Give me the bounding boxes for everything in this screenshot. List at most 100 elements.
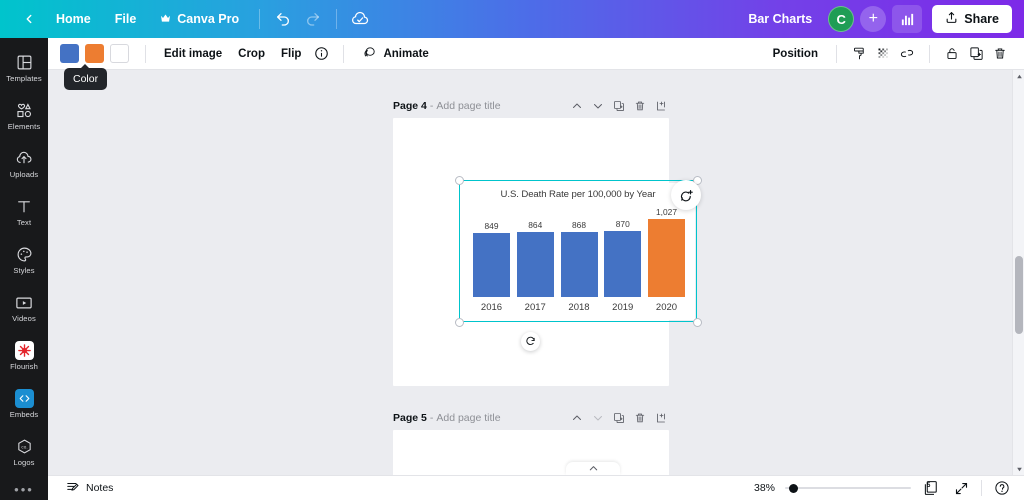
page-sheet-4[interactable]: U.S. Death Rate per 100,000 by Year 849 …: [393, 118, 702, 386]
color-swatch-white[interactable]: [110, 44, 129, 63]
sidebar-item-flourish[interactable]: Flourish: [0, 332, 48, 380]
share-label: Share: [964, 12, 999, 26]
duplicate-page-icon[interactable]: [610, 410, 627, 427]
toolbar-divider-1: [145, 44, 146, 63]
logos-icon: co.: [15, 437, 34, 456]
position-button[interactable]: Position: [765, 43, 826, 65]
back-button[interactable]: [14, 4, 44, 34]
crop-button[interactable]: Crop: [230, 43, 273, 65]
trash-icon[interactable]: [631, 410, 648, 427]
bar-2016[interactable]: [473, 233, 510, 297]
sidebar-item-logos[interactable]: co. Logos: [0, 428, 48, 476]
home-button[interactable]: Home: [44, 6, 103, 32]
page-count-value: 5: [927, 483, 931, 489]
color-swatch-blue[interactable]: [60, 44, 79, 63]
sidebar-more-button[interactable]: •••: [14, 476, 34, 497]
zoom-slider-knob[interactable]: [789, 483, 798, 493]
sidebar-item-label: Templates: [6, 74, 42, 83]
chevron-down-icon[interactable]: [589, 410, 606, 427]
sidebar-item-videos[interactable]: Videos: [0, 284, 48, 332]
bar-2019[interactable]: [604, 231, 642, 297]
chevron-up-icon[interactable]: [568, 98, 585, 115]
bar-column-2016[interactable]: 849: [473, 221, 510, 297]
canva-pro-button[interactable]: Canva Pro: [148, 6, 251, 32]
transparency-icon[interactable]: [871, 42, 895, 66]
page-sheet-5[interactable]: [393, 430, 669, 475]
invite-people-button[interactable]: +: [860, 6, 887, 32]
page-title-placeholder[interactable]: Add page title: [436, 412, 500, 424]
bar-column-2019[interactable]: 870: [604, 219, 642, 297]
add-comment-icon[interactable]: [671, 180, 701, 210]
scroll-up-icon[interactable]: [1013, 70, 1024, 82]
chevron-up-icon[interactable]: [568, 410, 585, 427]
edit-image-button[interactable]: Edit image: [156, 43, 230, 65]
animate-button[interactable]: Animate: [354, 40, 436, 68]
embeds-icon: [14, 389, 34, 408]
duplicate-icon[interactable]: [964, 42, 988, 66]
x-tick-label: 2016: [480, 302, 503, 313]
canvas-scrollbar[interactable]: [1012, 70, 1024, 475]
share-button[interactable]: Share: [932, 5, 1012, 33]
zoom-slider-track: [785, 487, 911, 489]
paint-roller-icon[interactable]: [847, 42, 871, 66]
bar-column-2020[interactable]: 1,027: [648, 207, 685, 297]
undo-icon[interactable]: [268, 4, 298, 34]
trash-icon[interactable]: [988, 42, 1012, 66]
bar-2020[interactable]: [648, 219, 685, 297]
notes-button[interactable]: Notes: [60, 477, 119, 500]
sidebar-item-text[interactable]: Text: [0, 188, 48, 236]
trash-icon[interactable]: [631, 98, 648, 115]
file-menu-button[interactable]: File: [103, 6, 149, 32]
add-page-icon[interactable]: [652, 410, 669, 427]
editor-canvas[interactable]: Page 4 - Add page title U.S. Death Rate …: [48, 70, 1012, 475]
x-tick-label: 2018: [568, 302, 590, 313]
sidebar-item-styles[interactable]: Styles: [0, 236, 48, 284]
scrollbar-thumb[interactable]: [1015, 256, 1023, 334]
redo-icon[interactable]: [298, 4, 328, 34]
chevron-down-icon[interactable]: [589, 98, 606, 115]
notes-icon: [66, 480, 80, 497]
fullscreen-icon[interactable]: [951, 478, 971, 498]
bar-column-2018[interactable]: 868: [560, 219, 598, 297]
zoom-slider[interactable]: [785, 482, 911, 494]
bar-2018[interactable]: [560, 231, 598, 297]
help-icon[interactable]: [992, 478, 1012, 498]
page-count-icon[interactable]: 5: [921, 478, 941, 498]
lock-icon[interactable]: [940, 42, 964, 66]
color-swatch-orange[interactable]: [85, 44, 104, 63]
add-page-icon[interactable]: [652, 98, 669, 115]
rotate-handle-icon[interactable]: [521, 332, 540, 351]
elements-icon: [15, 101, 34, 120]
flip-button[interactable]: Flip: [273, 43, 309, 65]
context-toolbar: Edit image Crop Flip Animate Position: [48, 38, 1024, 70]
avatar[interactable]: C: [828, 6, 855, 32]
page-block-4: Page 4 - Add page title U.S. Death Rate …: [393, 94, 702, 386]
chart-element[interactable]: U.S. Death Rate per 100,000 by Year 849 …: [461, 183, 695, 320]
bar-column-2017[interactable]: 864: [516, 220, 554, 297]
zoom-percent-label[interactable]: 38%: [754, 482, 775, 494]
page-title-separator: -: [429, 412, 434, 424]
duplicate-page-icon[interactable]: [610, 98, 627, 115]
templates-icon: [15, 53, 34, 72]
sidebar-item-embeds[interactable]: Embeds: [0, 380, 48, 428]
info-icon[interactable]: [309, 42, 333, 66]
link-icon[interactable]: [895, 42, 919, 66]
page-header-5: Page 5 - Add page title: [393, 406, 669, 430]
sidebar-item-label: Text: [16, 218, 32, 227]
sidebar-item-templates[interactable]: Templates: [0, 44, 48, 92]
collapse-panel-tab[interactable]: [566, 462, 620, 475]
sidebar-item-elements[interactable]: Elements: [0, 92, 48, 140]
toolbar-divider-4: [929, 44, 930, 63]
chart-title: U.S. Death Rate per 100,000 by Year: [500, 189, 656, 200]
page-title-prefix: Page 4: [393, 100, 427, 112]
left-sidebar: Templates Elements Uploads Text Styles V…: [0, 38, 48, 500]
bar-value-label: 868: [572, 219, 586, 230]
cloud-check-icon[interactable]: [345, 4, 375, 34]
document-title[interactable]: Bar Charts: [738, 6, 822, 32]
bar-2017[interactable]: [516, 232, 554, 297]
page-title-placeholder[interactable]: Add page title: [436, 100, 500, 112]
share-upload-icon: [945, 11, 958, 27]
scroll-down-icon[interactable]: [1013, 463, 1024, 475]
sidebar-item-uploads[interactable]: Uploads: [0, 140, 48, 188]
bar-chart-icon[interactable]: [892, 5, 923, 33]
